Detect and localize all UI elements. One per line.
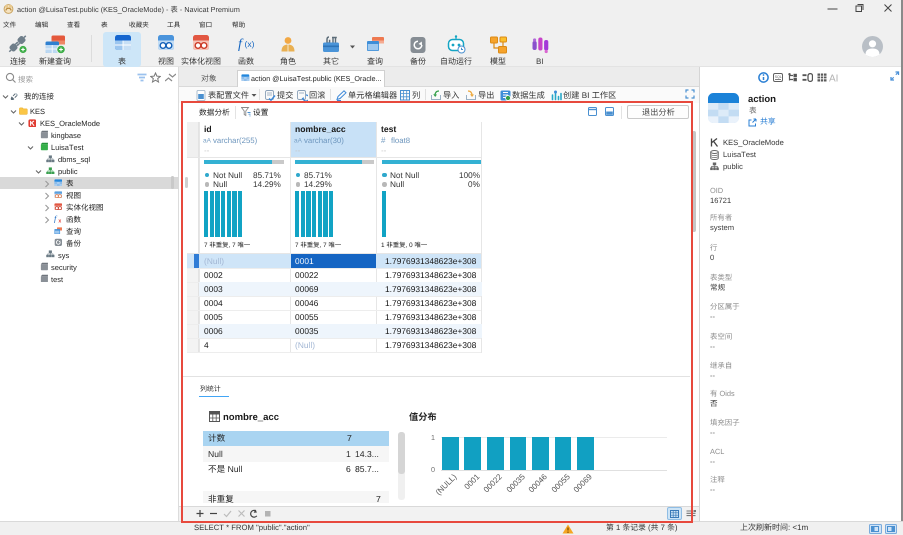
svg-text:x: x (58, 218, 61, 222)
svg-text:AI: AI (829, 73, 838, 83)
svg-text:(x): (x) (245, 39, 255, 49)
svg-text:f: f (238, 37, 244, 52)
svg-text:f: f (54, 214, 58, 222)
svg-text:SQL: SQL (775, 75, 782, 79)
